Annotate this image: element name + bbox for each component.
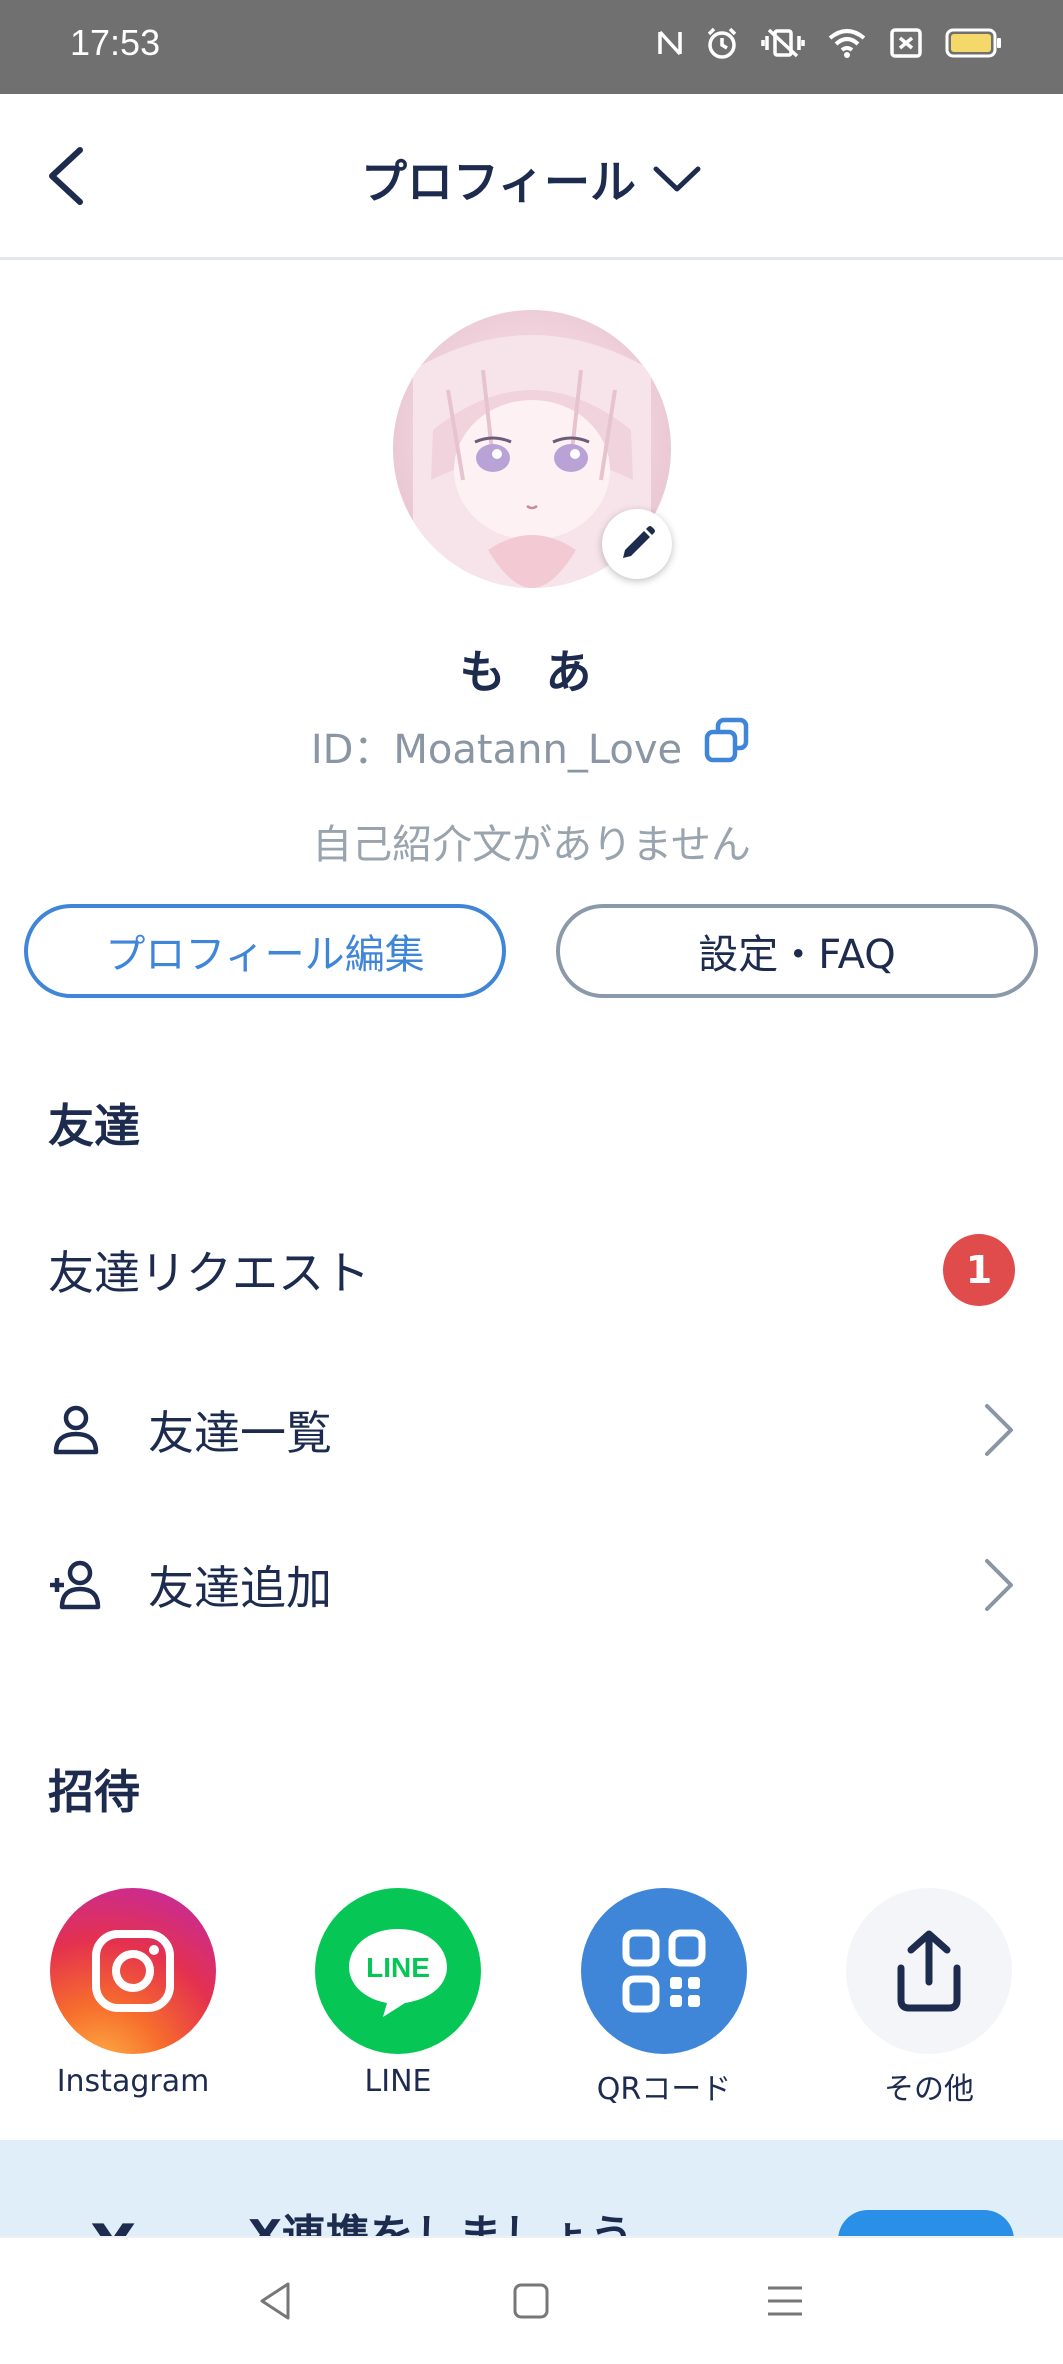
share-icon xyxy=(846,1888,1012,2054)
copy-id-button[interactable] xyxy=(702,716,752,776)
system-nav-bar xyxy=(0,2236,1063,2364)
qr-code-icon xyxy=(581,1888,747,2054)
nfc-icon xyxy=(657,26,683,64)
wifi-icon xyxy=(827,26,867,64)
invite-line-button[interactable]: LINE LINE xyxy=(314,1888,482,2099)
profile-name: も あ xyxy=(459,645,604,699)
x-link-button[interactable] xyxy=(838,2210,1014,2236)
nav-home-icon[interactable] xyxy=(506,2276,556,2326)
status-time: 17:53 xyxy=(70,22,161,63)
x-logo-icon: X xyxy=(90,2212,136,2236)
invite-other-button[interactable]: その他 xyxy=(845,1888,1013,2108)
line-logo-text: LINE xyxy=(366,1952,430,1983)
add-friend-label: 友達追加 xyxy=(148,1561,332,1615)
friend-list-label: 友達一覧 xyxy=(148,1406,332,1460)
nav-menu-icon[interactable] xyxy=(760,2276,810,2326)
vibrate-off-icon xyxy=(761,26,805,64)
person-add-icon xyxy=(50,1560,101,1610)
invite-instagram-button[interactable]: Instagram xyxy=(49,1888,217,2099)
status-icons xyxy=(657,26,1003,64)
notification-badge: 1 xyxy=(943,1234,1015,1306)
x-link-banner[interactable]: X X連携をしましょう xyxy=(0,2140,1063,2236)
profile-switcher[interactable]: プロフィール xyxy=(0,146,1063,212)
pencil-icon xyxy=(623,526,655,558)
app-bar: プロフィール xyxy=(0,94,1063,260)
friend-requests-label: 友達リクエスト xyxy=(48,1246,370,1300)
friend-requests-row[interactable]: 友達リクエスト 1 xyxy=(0,1210,1063,1330)
settings-faq-button[interactable]: 設定・FAQ xyxy=(556,904,1038,998)
invite-section-title: 招待 xyxy=(48,1765,140,1819)
battery-icon xyxy=(945,26,1003,64)
friend-list-row[interactable]: 友達一覧 xyxy=(0,1370,1063,1490)
user-id: ID：Moatann_Love xyxy=(310,727,683,773)
chevron-down-icon xyxy=(653,166,701,192)
line-icon: LINE xyxy=(315,1888,481,2054)
bio-text: 自己紹介文がありません xyxy=(312,822,751,868)
status-bar: 17:53 xyxy=(0,0,1063,94)
nav-back-icon[interactable] xyxy=(252,2276,302,2326)
edit-profile-button[interactable]: プロフィール編集 xyxy=(24,904,506,998)
friends-section-title: 友達 xyxy=(48,1099,140,1153)
add-friend-row[interactable]: 友達追加 xyxy=(0,1525,1063,1645)
page-title: プロフィール xyxy=(360,155,637,209)
battery-saver-icon xyxy=(889,26,923,64)
x-link-text: X連携をしましょう xyxy=(248,2200,634,2236)
id-row: ID：Moatann_Love xyxy=(0,716,1063,776)
instagram-icon xyxy=(50,1888,216,2054)
qr-label: QRコード xyxy=(596,2072,732,2107)
instagram-label: Instagram xyxy=(56,2064,210,2099)
line-label: LINE xyxy=(364,2064,432,2099)
invite-qr-button[interactable]: QRコード xyxy=(580,1888,748,2108)
edit-avatar-button[interactable] xyxy=(602,509,672,579)
chevron-right-icon xyxy=(985,1559,1013,1611)
alarm-icon xyxy=(705,26,739,64)
copy-icon xyxy=(704,717,749,763)
person-icon xyxy=(53,1405,99,1455)
other-label: その他 xyxy=(884,2072,974,2107)
chevron-right-icon xyxy=(985,1404,1013,1456)
